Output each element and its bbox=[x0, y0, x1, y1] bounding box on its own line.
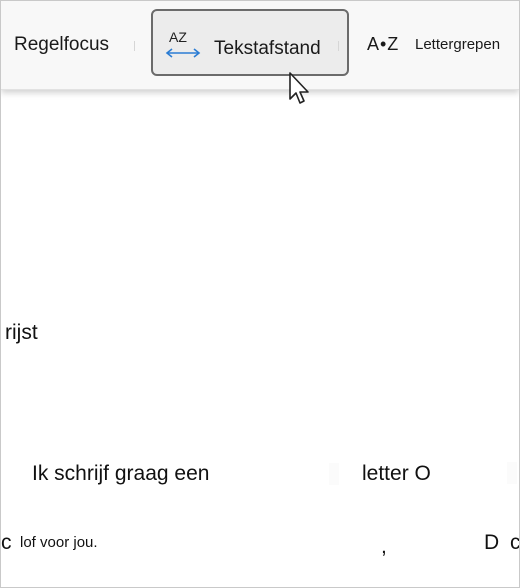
syllables-button[interactable]: A•Z Lettergrepen bbox=[361, 21, 519, 69]
text-spacing-icon: AZ bbox=[165, 28, 201, 62]
syllables-label: Lettergrepen bbox=[415, 36, 501, 53]
document-text-fragment: D bbox=[484, 531, 500, 554]
document-text-fragment: c bbox=[510, 531, 520, 554]
immersive-reader-window: Regelfocus AZ Tekstafstand A•Z Lettergre… bbox=[0, 0, 520, 588]
document-text-fragment: letter O bbox=[362, 462, 431, 485]
toolbar: Regelfocus AZ Tekstafstand A•Z Lettergre… bbox=[1, 1, 519, 90]
text-spacing-button[interactable]: AZ Tekstafstand bbox=[151, 9, 349, 76]
mouse-pointer-icon bbox=[288, 71, 314, 107]
toolbar-divider bbox=[338, 41, 339, 51]
text-gap bbox=[507, 462, 517, 484]
document-text-fragment: c bbox=[1, 531, 12, 554]
text-spacing-icon-text: AZ bbox=[169, 29, 187, 45]
text-spacing-label: Tekstafstand bbox=[214, 38, 321, 59]
line-focus-button[interactable]: Regelfocus bbox=[1, 19, 137, 71]
document-text-fragment: lof voor jou. bbox=[20, 534, 98, 551]
line-focus-label: Regelfocus bbox=[14, 34, 110, 55]
syllables-icon: A•Z bbox=[367, 34, 400, 54]
document-text-fragment: rijst bbox=[5, 321, 38, 344]
text-gap bbox=[329, 463, 339, 485]
document-text-sentence: Ik schrijf graag een bbox=[32, 462, 210, 485]
document-text-fragment: , bbox=[381, 535, 387, 558]
toolbar-divider bbox=[134, 41, 135, 51]
